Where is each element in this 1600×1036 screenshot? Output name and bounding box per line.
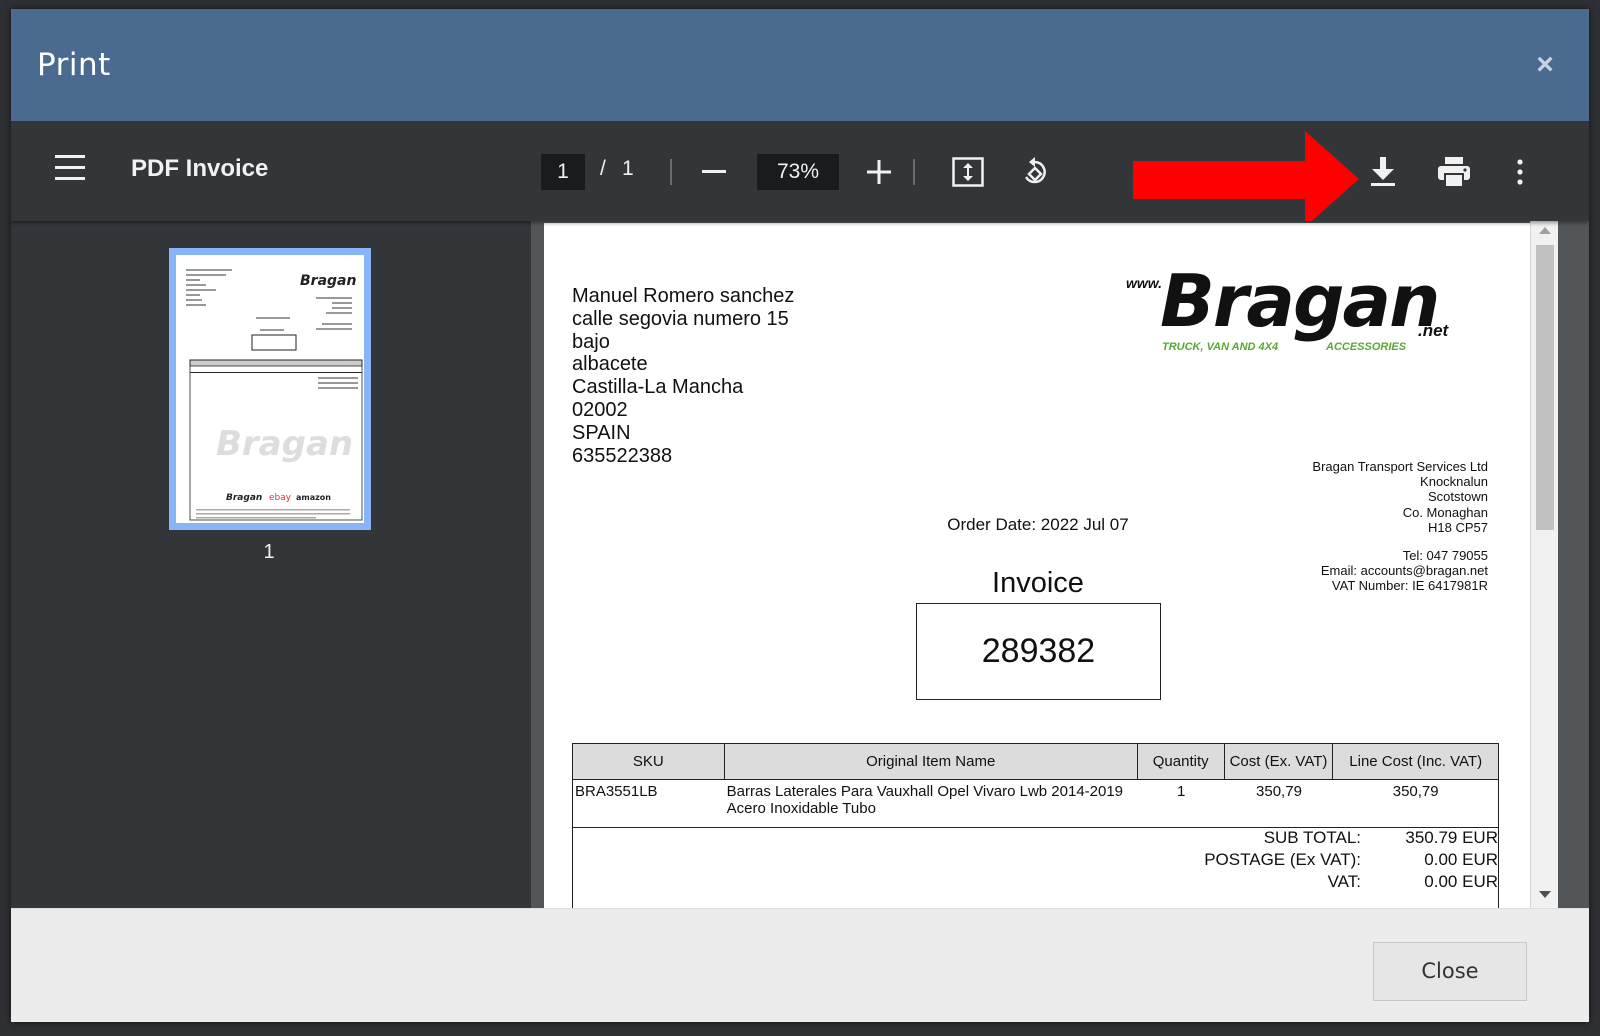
company-details: Bragan Transport Services Ltd Knocknalun… [1312,459,1488,594]
print-icon[interactable] [1437,156,1471,188]
customer-address: Manuel Romero sanchez calle segovia nume… [572,285,794,467]
zoom-in-icon[interactable] [864,157,894,187]
scroll-down-arrow[interactable] [1539,891,1551,898]
annotation-arrow [1133,131,1359,221]
page-separator: / [600,157,606,180]
vertical-scrollbar[interactable] [1530,221,1558,908]
item-quantity: 1 [1177,783,1186,800]
column-header: Original Item Name [725,744,1138,779]
close-button[interactable]: Close [1373,942,1527,1001]
table-header: SKU Original Item Name Quantity Cost (Ex… [573,744,1498,780]
svg-text:Bragan: Bragan [216,424,353,464]
company-line: Bragan Transport Services Ltd [1312,459,1488,474]
logo-tagline: TRUCK, VAN AND 4X4 [1162,341,1279,353]
address-line: calle segovia numero 15 [572,307,789,330]
total-label: SUB TOTAL: [1263,828,1361,847]
address-line: 635522388 [572,444,673,467]
item-line-cost: 350,79 [1392,783,1439,800]
pdf-viewer: PDF Invoice 1 / 1 73% Bragan Bragan Brag… [11,121,1589,908]
pdf-page: Manuel Romero sanchez calle segovia nume… [544,223,1536,908]
item-sku: BRA3551LB [575,783,658,800]
total-value: 350.79 EUR [1405,828,1498,847]
thumbnail-preview: Bragan Bragan Bragan ebay amazon [176,255,364,523]
total-row: POSTAGE (Ex VAT): 0.00 EUR [1181,850,1498,870]
page-thumbnail[interactable]: Bragan Bragan Bragan ebay amazon [169,248,371,530]
address-line: Manuel Romero sanchez [572,285,795,307]
total-label: POSTAGE (Ex VAT): [1204,850,1361,869]
company-line: H18 CP57 [1428,519,1488,535]
menu-icon[interactable] [55,155,85,181]
company-line: Knocknalun [1420,474,1488,490]
zoom-out-icon[interactable] [699,157,729,187]
more-options-icon[interactable] [1510,155,1530,189]
bragan-logo: www. Bragan .net TRUCK, VAN AND 4X4 ACCE… [1126,259,1456,355]
invoice-heading: Invoice [992,567,1084,599]
close-icon[interactable]: × [1531,50,1559,80]
svg-text:Bragan: Bragan [300,273,356,289]
address-line: Castilla-La Mancha [572,376,744,399]
table-row: BRA3551LB Barras Laterales Para Vauxhall… [573,780,1498,828]
page-total: 1 [622,157,634,180]
total-row: VAT: 0.00 EUR [1181,872,1498,892]
contact-line: Email: accounts@bragan.net [1320,563,1488,579]
logo-suffix: .net [1418,321,1449,340]
document-title: PDF Invoice [131,155,269,182]
logo-name: Bragan [1160,259,1440,343]
item-name: Barras Laterales Para Vauxhall Opel Viva… [726,783,1124,817]
address-line: 02002 [572,398,628,421]
svg-text:ebay: ebay [269,493,292,503]
page-number-input[interactable]: 1 [541,154,585,190]
totals-section: SUB TOTAL: 350.79 EUR POSTAGE (Ex VAT): … [573,828,1498,908]
contact-line: Tel: 047 79055 [1402,548,1488,564]
column-header: SKU [573,744,725,779]
company-line: Co. Monaghan [1402,504,1488,520]
toolbar-divider [670,159,672,185]
thumbnail-sidebar: Bragan Bragan Bragan ebay amazon 1 [11,221,531,908]
address-line: SPAIN [572,421,631,444]
company-line: Scotstown [1428,489,1488,505]
thumbnail-graphic: Bragan Bragan Bragan ebay amazon [186,269,363,521]
pdf-toolbar: PDF Invoice 1 / 1 73% [11,121,1589,221]
order-date: Order Date: 2022 Jul 07 [947,515,1129,534]
items-table: SKU Original Item Name Quantity Cost (Ex… [572,743,1499,908]
column-header: Quantity [1138,744,1225,779]
address-line: bajo [572,330,610,353]
column-header: Line Cost (Inc. VAT) [1349,753,1483,770]
scroll-thumb[interactable] [1536,245,1554,530]
invoice-number: 289382 [916,603,1161,700]
address-line: albacete [572,353,648,376]
print-dialog: Print × PDF Invoice 1 / 1 73% Bragan Bra… [11,9,1589,1022]
total-value: 0.00 EUR [1424,850,1498,869]
logo-www: www. [1126,275,1163,291]
dialog-title: Print [37,47,111,83]
svg-text:Bragan: Bragan [226,493,262,503]
column-header: Cost (Ex. VAT) [1225,744,1334,779]
total-label: VAT: [1327,872,1361,891]
item-cost: 350,79 [1256,783,1302,800]
svg-text:amazon: amazon [296,493,331,502]
total-value: 0.00 EUR [1424,872,1498,891]
logo-tagline: ACCESSORIES [1326,341,1407,353]
scroll-up-arrow[interactable] [1539,227,1551,234]
zoom-level-input[interactable]: 73% [757,154,839,190]
pdf-page-area: Manuel Romero sanchez calle segovia nume… [531,221,1589,908]
contact-line: VAT Number: IE 6417981R [1331,578,1488,594]
fit-to-page-icon[interactable] [951,155,985,189]
dialog-footer: Close [11,908,1589,1022]
dialog-header: Print × [11,9,1589,121]
toolbar-divider [913,159,915,185]
thumbnail-page-number: 1 [263,541,275,563]
rotate-icon[interactable] [1018,155,1052,189]
total-row: SUB TOTAL: 350.79 EUR [1181,828,1498,848]
